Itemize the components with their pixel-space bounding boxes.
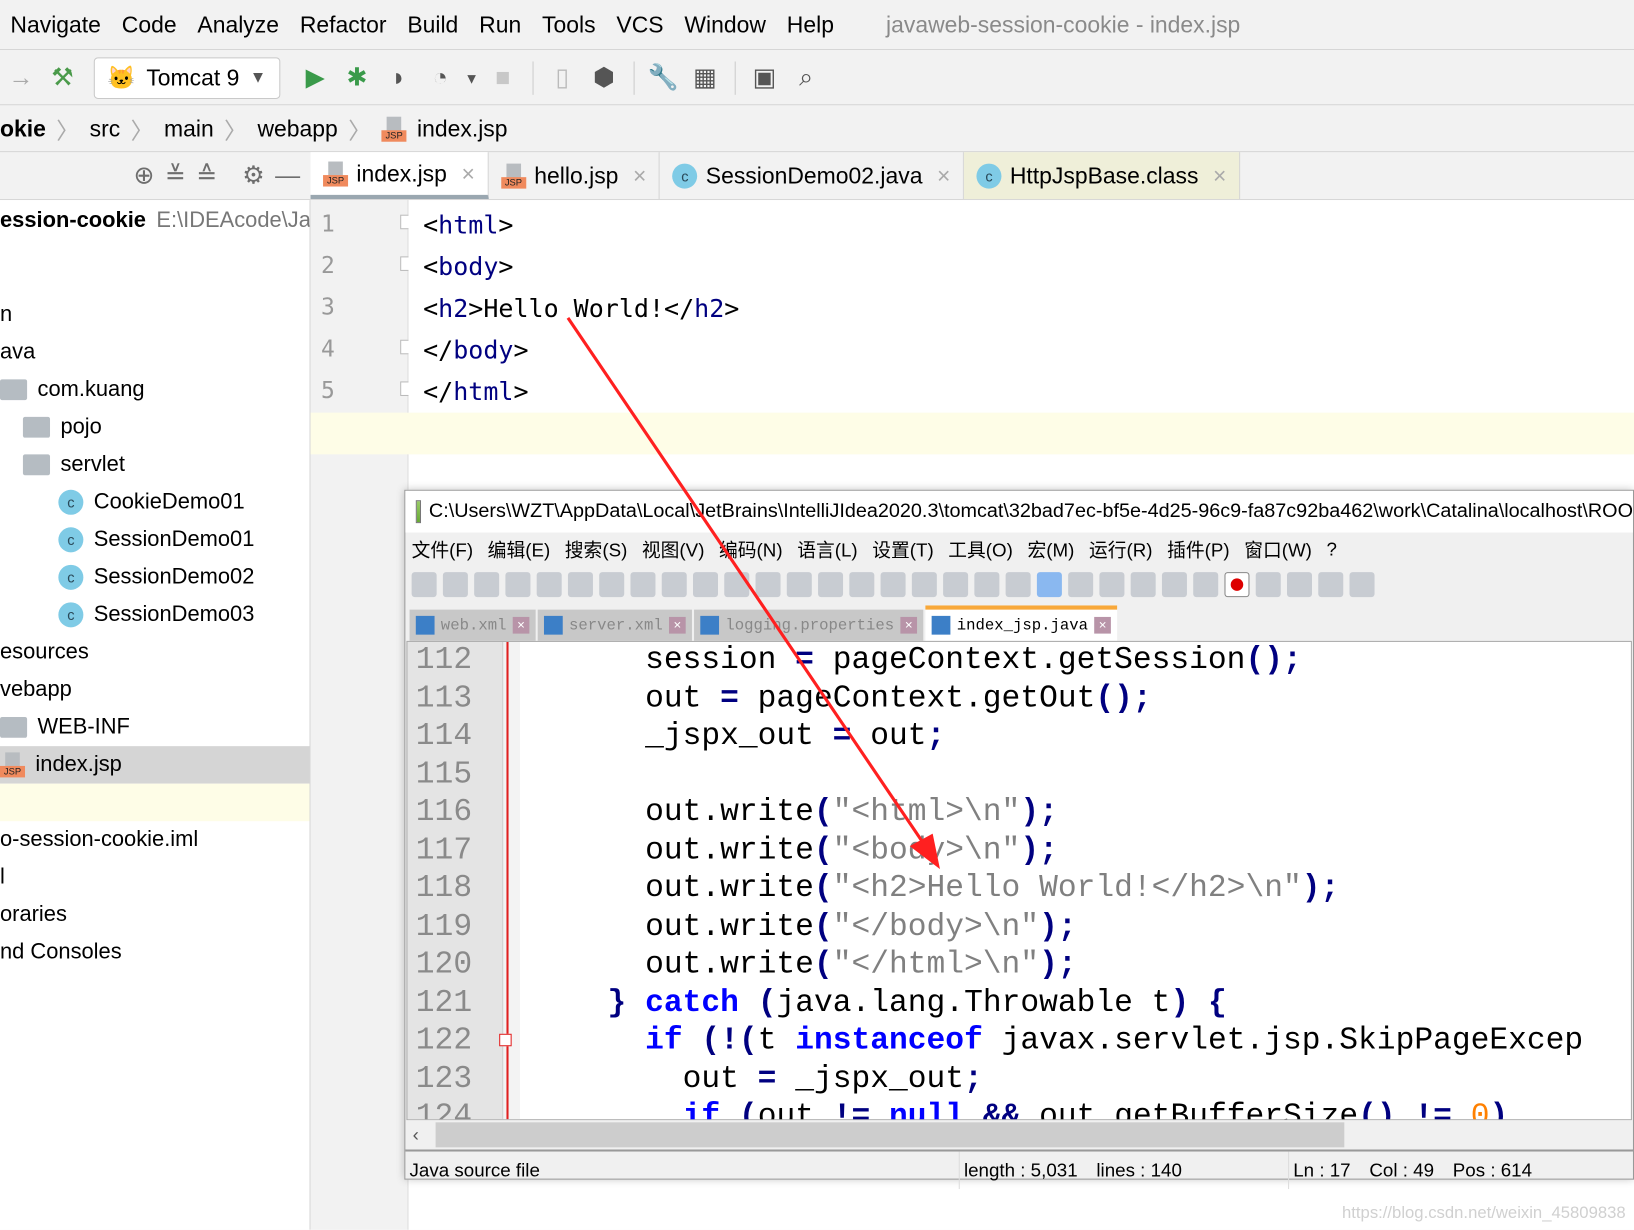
arrow-line [566,316,929,851]
annotation-arrow [566,316,940,870]
watermark: https://blog.csdn.net/weixin_45809838 [1342,1204,1626,1223]
arrow-head [909,833,940,870]
